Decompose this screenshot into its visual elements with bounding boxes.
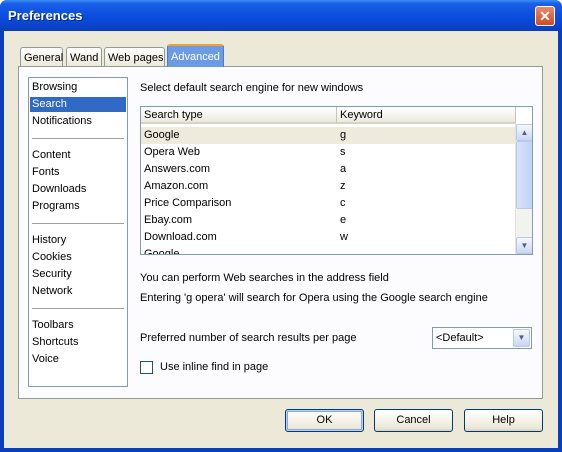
scroll-down-icon[interactable]: ▼ <box>516 237 532 254</box>
category-list[interactable]: Browsing Search Notifications Content Fo… <box>28 77 128 387</box>
sidebar-item-security[interactable]: Security <box>30 267 126 282</box>
info-text-address-field: You can perform Web searches in the addr… <box>140 272 389 284</box>
search-engine-table[interactable]: Search type Keyword Google g Opera Web s… <box>140 106 533 255</box>
table-row[interactable]: Amazon.com z <box>141 178 516 195</box>
sidebar-item-cookies[interactable]: Cookies <box>30 250 126 265</box>
results-per-page-dropdown[interactable]: <Default> ▼ <box>432 327 532 349</box>
sidebar-item-search[interactable]: Search <box>30 97 126 112</box>
search-type-cell: Price Comparison <box>144 197 232 209</box>
info-text-keyword-example: Entering 'g opera' will search for Opera… <box>140 292 488 304</box>
sidebar-item-history[interactable]: History <box>30 233 126 248</box>
table-row[interactable]: Download.com w <box>141 229 516 246</box>
dialog-body: General Wand Web pages Advanced Browsing… <box>4 31 558 448</box>
title-bar[interactable]: Preferences ✕ <box>0 0 562 31</box>
search-type-cell: Download.com <box>144 231 217 243</box>
table-row[interactable]: Opera Web s <box>141 144 516 161</box>
dropdown-value: <Default> <box>436 332 484 344</box>
divider <box>32 138 124 139</box>
tab-advanced[interactable]: Advanced <box>167 44 224 67</box>
search-type-cell: Ebay.com <box>144 214 193 226</box>
tab-label: Web pages <box>108 52 164 64</box>
results-per-page-label: Preferred number of search results per p… <box>140 332 357 344</box>
inline-find-checkbox[interactable] <box>140 361 153 374</box>
sidebar-item-network[interactable]: Network <box>30 284 126 299</box>
table-row[interactable]: Google <box>141 246 516 255</box>
keyword-cell: e <box>340 214 347 226</box>
tab-label: General <box>24 52 64 64</box>
table-row[interactable]: Price Comparison c <box>141 195 516 212</box>
column-header-search-type[interactable]: Search type <box>141 107 337 124</box>
vertical-scrollbar[interactable]: ▲ ▼ <box>515 124 532 254</box>
cancel-button[interactable]: Cancel <box>374 409 453 432</box>
help-button[interactable]: Help <box>464 409 543 432</box>
tab-label: Advanced <box>171 51 220 63</box>
sidebar-item-programs[interactable]: Programs <box>30 199 126 214</box>
sidebar-item-downloads[interactable]: Downloads <box>30 182 126 197</box>
sidebar-item-voice[interactable]: Voice <box>30 352 126 367</box>
divider <box>32 308 124 309</box>
column-header-keyword[interactable]: Keyword <box>337 107 516 124</box>
sidebar-item-shortcuts[interactable]: Shortcuts <box>30 335 126 350</box>
search-type-cell: Answers.com <box>144 163 211 175</box>
keyword-cell: c <box>340 197 346 209</box>
sidebar-item-content[interactable]: Content <box>30 148 126 163</box>
keyword-cell: a <box>340 163 347 175</box>
tab-web-pages[interactable]: Web pages <box>104 47 165 66</box>
table-row[interactable]: Ebay.com e <box>141 212 516 229</box>
divider <box>32 223 124 224</box>
tab-label: Wand <box>70 52 99 64</box>
search-type-cell: Opera Web <box>144 146 201 158</box>
sidebar-item-notifications[interactable]: Notifications <box>30 114 126 129</box>
table-row[interactable]: Answers.com a <box>141 161 516 178</box>
sidebar-item-fonts[interactable]: Fonts <box>30 165 126 180</box>
chevron-down-icon[interactable]: ▼ <box>513 329 530 347</box>
sidebar-item-browsing[interactable]: Browsing <box>30 80 126 95</box>
window-title: Preferences <box>8 8 83 23</box>
keyword-cell: s <box>340 146 346 158</box>
keyword-cell: w <box>340 231 348 243</box>
close-icon[interactable]: ✕ <box>535 6 555 26</box>
tab-general[interactable]: General <box>20 47 63 66</box>
keyword-cell: g <box>340 129 347 141</box>
table-row[interactable]: Google g <box>141 127 516 144</box>
keyword-cell: z <box>340 180 346 192</box>
section-heading: Select default search engine for new win… <box>140 82 364 94</box>
advanced-panel: Browsing Search Notifications Content Fo… <box>18 66 543 399</box>
search-type-cell: Amazon.com <box>144 180 209 192</box>
scroll-up-icon[interactable]: ▲ <box>516 124 532 141</box>
search-type-cell: Google <box>144 248 180 255</box>
inline-find-label[interactable]: Use inline find in page <box>160 361 268 373</box>
tab-wand[interactable]: Wand <box>66 47 102 66</box>
scrollbar-thumb[interactable] <box>516 141 532 209</box>
ok-button[interactable]: OK <box>285 409 364 432</box>
search-type-cell: Google <box>144 129 180 141</box>
sidebar-item-toolbars[interactable]: Toolbars <box>30 318 126 333</box>
preferences-window: Preferences ✕ General Wand Web pages Adv… <box>0 0 562 452</box>
